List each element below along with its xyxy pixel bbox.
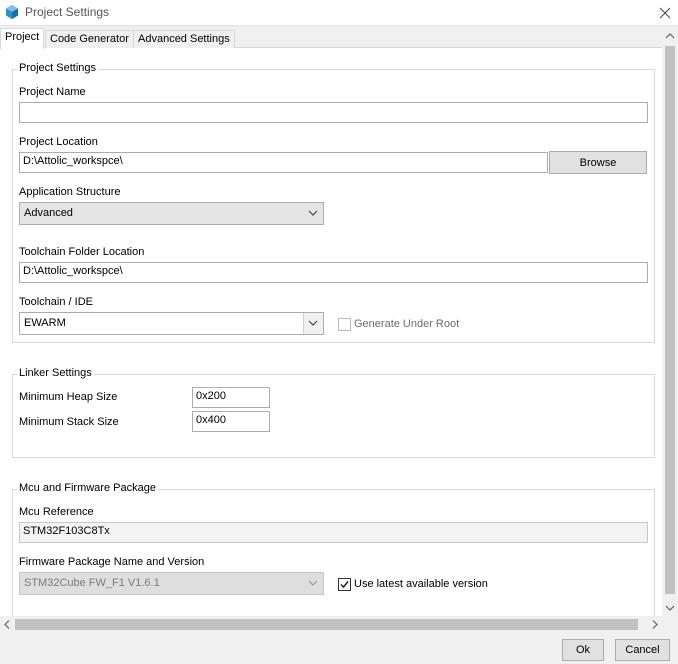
project-location-label: Project Location [19,136,98,148]
browse-button-label: Browse [579,156,617,169]
mcu-firmware-group: Mcu and Firmware Package [12,482,655,616]
group-title: Project Settings [17,62,99,74]
dialog-button-bar: Ok Cancel [0,633,678,664]
group-title: Mcu and Firmware Package [17,482,158,494]
toolchain-folder-input[interactable]: D:\Attolic_workspce\ [19,262,648,283]
close-icon [659,7,671,19]
vertical-scroll-thumb[interactable] [665,46,675,594]
ok-button[interactable]: Ok [562,639,604,661]
browse-button[interactable]: Browse [549,151,647,174]
min-heap-input[interactable]: 0x200 [192,387,270,408]
tab-project[interactable]: Project [0,28,45,49]
min-stack-label: Minimum Stack Size [19,416,119,428]
app-structure-label: Application Structure [19,186,121,198]
arrow-left-icon[interactable] [0,616,14,633]
toolchain-ide-value: EWARM [24,317,66,329]
mcu-reference-label: Mcu Reference [19,506,94,518]
arrow-up-icon[interactable] [662,28,678,44]
project-location-input[interactable]: D:\Attolic_workspce\ [19,152,548,173]
mcu-reference-input: STM32F103C8Tx [19,522,648,543]
firmware-select[interactable]: STM32Cube FW_F1 V1.6.1 [19,572,324,595]
horizontal-scroll-thumb[interactable] [15,619,638,630]
min-stack-input[interactable]: 0x400 [192,411,270,432]
arrow-right-icon[interactable] [648,616,662,633]
window-title: Project Settings [25,5,110,19]
chevron-down-icon [308,580,318,586]
use-latest-label: Use latest available version [354,578,488,590]
scrollbar-corner [662,616,678,633]
cancel-button[interactable]: Cancel [615,639,670,661]
firmware-label: Firmware Package Name and Version [19,556,205,568]
generate-under-root-label: Generate Under Root [354,318,460,330]
project-name-input[interactable] [19,102,648,123]
min-heap-label: Minimum Heap Size [19,391,118,403]
app-structure-select[interactable]: Advanced [19,202,324,225]
chevron-down-icon [308,320,318,326]
vertical-scrollbar[interactable] [662,26,678,616]
ok-button-label: Ok [575,644,591,656]
firmware-value: STM32Cube FW_F1 V1.6.1 [24,577,160,589]
toolchain-ide-label: Toolchain / IDE [19,296,93,308]
app-structure-value: Advanced [24,207,73,219]
toolchain-folder-label: Toolchain Folder Location [19,246,145,258]
chevron-down-icon [308,210,318,216]
arrow-down-icon[interactable] [662,600,678,616]
use-latest-checkbox[interactable] [338,578,351,591]
group-title: Linker Settings [17,367,94,379]
title-bar: Project Settings [0,0,678,26]
horizontal-scrollbar[interactable] [0,616,662,633]
tab-strip: Project Code Generator Advanced Settings [0,27,678,49]
checkmark-icon [340,581,349,589]
tab-code-generator[interactable]: Code Generator [45,30,134,48]
toolchain-ide-select[interactable]: EWARM [19,312,324,335]
tab-advanced-settings[interactable]: Advanced Settings [133,30,235,48]
tab-content: Project Settings Project Name Project Lo… [0,48,662,616]
cube-icon [6,5,18,19]
close-button[interactable] [652,0,678,26]
project-name-label: Project Name [19,86,86,98]
cancel-button-label: Cancel [625,644,660,656]
generate-under-root-checkbox[interactable] [338,318,351,331]
